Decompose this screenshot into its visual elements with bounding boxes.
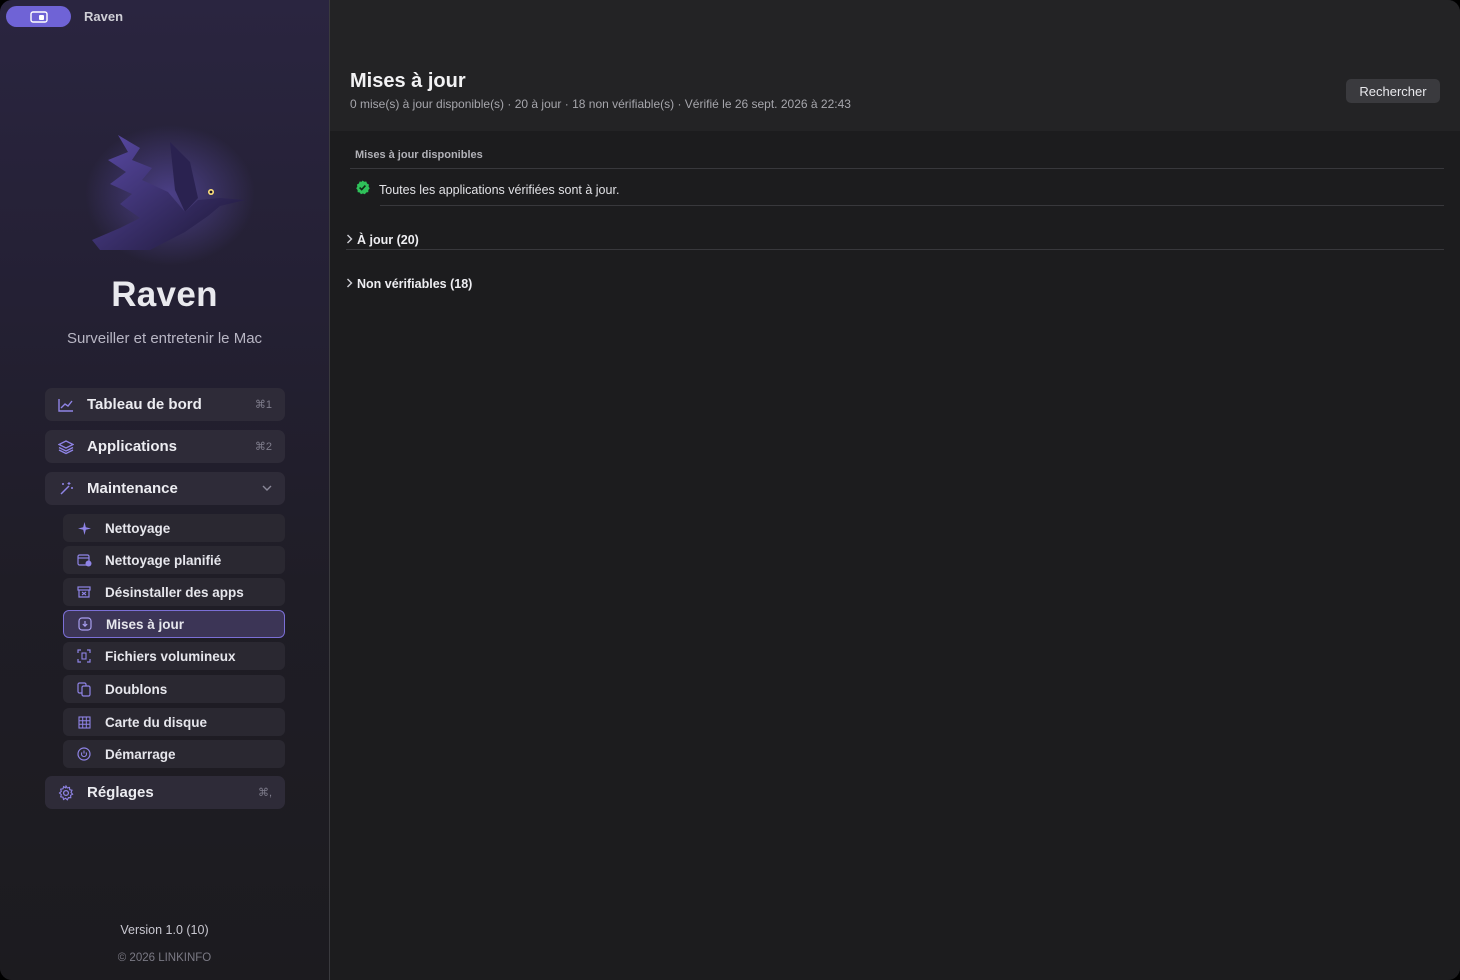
gear-icon bbox=[45, 784, 87, 801]
grid-icon bbox=[63, 715, 105, 729]
calendar-clock-icon bbox=[63, 553, 105, 567]
raven-logo-icon bbox=[85, 125, 255, 265]
sub-item-label: Carte du disque bbox=[105, 714, 208, 730]
divider bbox=[380, 205, 1444, 206]
sparkle-icon bbox=[63, 521, 105, 535]
window-title: Raven bbox=[84, 9, 124, 24]
status-row: Toutes les applications vérifiées sont à… bbox=[355, 180, 619, 200]
sidebar-toggle-button[interactable] bbox=[6, 6, 71, 27]
disclosure-label: Non vérifiables (18) bbox=[357, 277, 473, 291]
duplicate-icon bbox=[63, 681, 105, 697]
chevron-right-icon bbox=[346, 231, 353, 249]
sub-item-label: Doublons bbox=[105, 681, 168, 697]
chevron-right-icon bbox=[346, 275, 353, 293]
section-header-available: Mises à jour disponibles bbox=[355, 149, 483, 161]
nav-item-label: Maintenance bbox=[87, 480, 178, 497]
layers-icon bbox=[45, 439, 87, 455]
sub-item-label: Nettoyage planifié bbox=[105, 552, 222, 568]
app-name: Raven bbox=[111, 275, 218, 314]
chart-line-icon bbox=[45, 398, 87, 412]
keyboard-shortcut: ⌘, bbox=[257, 787, 272, 799]
chevron-down-icon[interactable] bbox=[262, 483, 272, 495]
sub-item-label: Mises à jour bbox=[106, 616, 185, 632]
sub-item-label: Désinstaller des apps bbox=[105, 584, 244, 600]
page-header: Mises à jour 0 mise(s) à jour disponible… bbox=[330, 0, 1460, 131]
page-subtitle: 0 mise(s) à jour disponible(s) · 20 à jo… bbox=[350, 97, 851, 111]
sidebar: Raven Raven Surveiller et entretenir le … bbox=[0, 0, 330, 980]
copyright-label: © 2026 LINKINFO bbox=[117, 952, 212, 964]
sub-item-desinstaller[interactable]: Désinstaller des apps bbox=[63, 578, 285, 606]
trash-box-icon bbox=[63, 585, 105, 599]
sub-item-doublons[interactable]: Doublons bbox=[63, 675, 285, 703]
keyboard-shortcut: ⌘2 bbox=[254, 441, 272, 453]
nav-item-label: Applications bbox=[87, 438, 178, 455]
scan-file-icon bbox=[63, 649, 105, 663]
search-button[interactable]: Rechercher bbox=[1346, 79, 1440, 103]
sub-item-demarrage[interactable]: Démarrage bbox=[63, 740, 285, 768]
nav-item-applications[interactable]: Applications ⌘2 bbox=[45, 430, 285, 463]
nav-item-dashboard[interactable]: Tableau de bord ⌘1 bbox=[45, 388, 285, 421]
checkmark-badge-icon bbox=[355, 180, 370, 200]
version-label: Version 1.0 (10) bbox=[120, 923, 209, 937]
keyboard-shortcut: ⌘1 bbox=[254, 399, 272, 411]
sub-item-label: Fichiers volumineux bbox=[105, 648, 236, 664]
disclosure-label: À jour (20) bbox=[357, 233, 419, 247]
nav-item-label: Réglages bbox=[87, 784, 154, 801]
download-icon bbox=[64, 617, 106, 631]
power-icon bbox=[63, 747, 105, 761]
magic-wand-icon bbox=[45, 481, 87, 497]
sub-item-carte-du-disque[interactable]: Carte du disque bbox=[63, 708, 285, 736]
divider bbox=[346, 249, 1444, 250]
sidebar-toggle-icon bbox=[29, 10, 48, 23]
page-title: Mises à jour bbox=[350, 70, 466, 92]
status-message: Toutes les applications vérifiées sont à… bbox=[379, 183, 620, 197]
divider bbox=[350, 168, 1444, 169]
app-window: Raven Raven Surveiller et entretenir le … bbox=[0, 0, 1460, 980]
disclosure-unverifiable[interactable]: Non vérifiables (18) bbox=[346, 275, 472, 293]
sub-item-nettoyage-planifie[interactable]: Nettoyage planifié bbox=[63, 546, 285, 574]
nav-item-maintenance[interactable]: Maintenance bbox=[45, 472, 285, 505]
nav-item-settings[interactable]: Réglages ⌘, bbox=[45, 776, 285, 809]
disclosure-up-to-date[interactable]: À jour (20) bbox=[346, 231, 419, 249]
sub-item-nettoyage[interactable]: Nettoyage bbox=[63, 514, 285, 542]
sub-item-mises-a-jour[interactable]: Mises à jour bbox=[63, 610, 285, 638]
nav-item-label: Tableau de bord bbox=[87, 396, 202, 413]
sub-item-label: Démarrage bbox=[105, 746, 176, 762]
sub-item-label: Nettoyage bbox=[105, 520, 171, 536]
sub-item-fichiers-volumineux[interactable]: Fichiers volumineux bbox=[63, 642, 285, 670]
main-content: Mises à jour 0 mise(s) à jour disponible… bbox=[330, 0, 1460, 980]
app-tagline: Surveiller et entretenir le Mac bbox=[66, 330, 263, 347]
